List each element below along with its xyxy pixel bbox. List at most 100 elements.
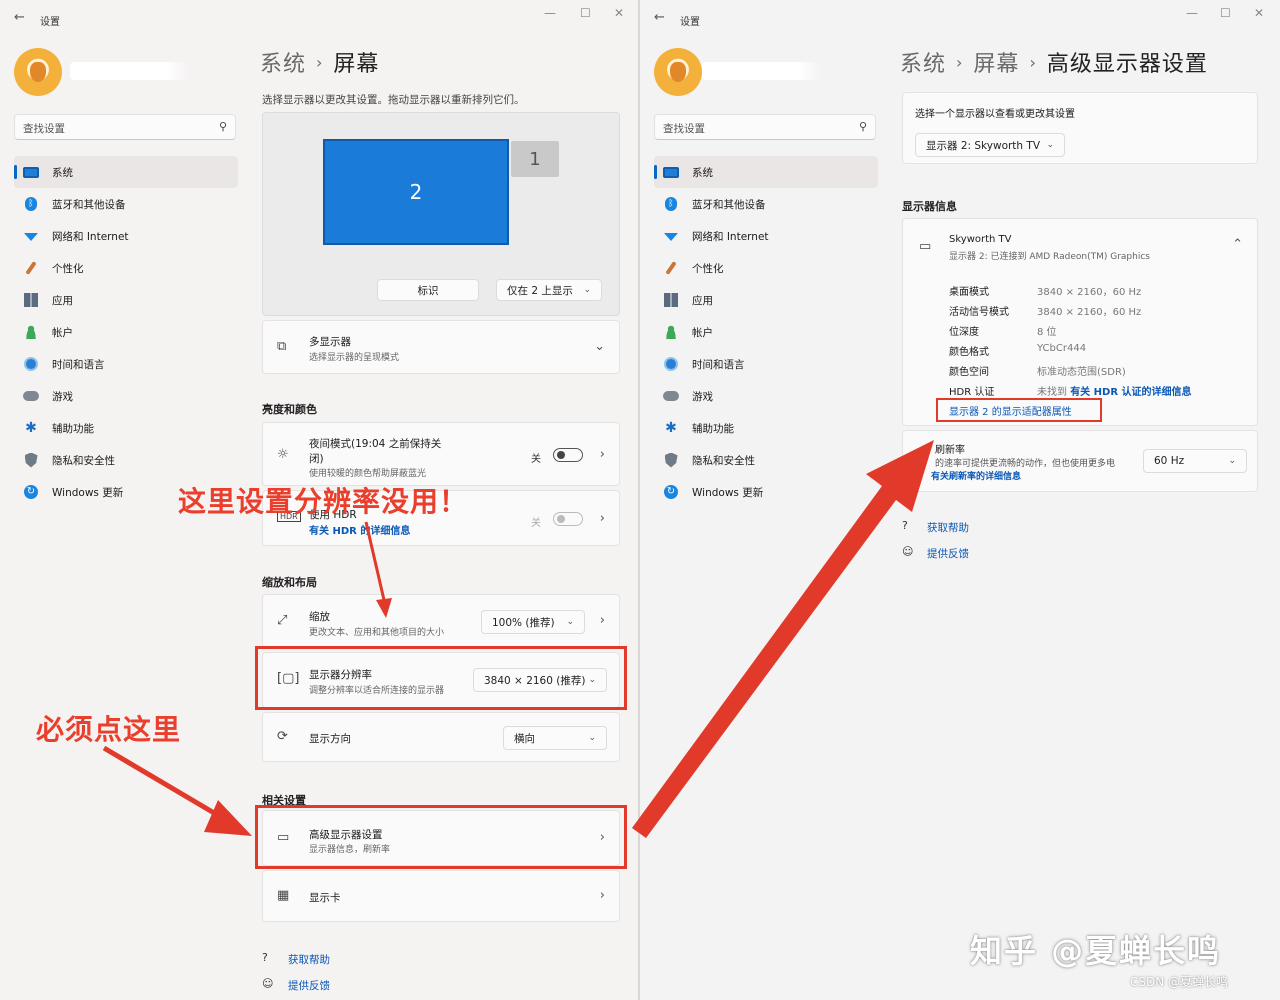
info-value: YCbCr444 (1037, 343, 1087, 354)
scale-icon: ⤢ (277, 613, 288, 628)
avatar[interactable] (654, 48, 702, 96)
refresh-info-link[interactable]: 有关刷新率的详细信息 (931, 469, 1021, 482)
info-key: HDR 认证 (949, 387, 995, 398)
night-light-card[interactable]: ☼ 夜间模式(19:04 之前保持关 闭) 使用较暖的颜色帮助屏蔽蓝光 关 › (262, 422, 620, 486)
sidebar-item-system[interactable]: 系统 (654, 156, 878, 188)
window-title: 设置 (680, 17, 700, 28)
arrange-hint: 选择显示器以更改其设置。拖动显示器以重新排列它们。 (262, 94, 525, 106)
sidebar-item-gaming[interactable]: 游戏 (14, 380, 238, 412)
hdr-info-link[interactable]: 有关 HDR 的详细信息 (309, 522, 410, 537)
sidebar-item-personalization[interactable]: 个性化 (14, 252, 238, 284)
toggle-state-label: 关 (531, 454, 541, 465)
scale-dropdown[interactable]: 100% (推荐) ⌄ (481, 610, 585, 634)
nav-label: Windows 更新 (52, 486, 124, 499)
select-display-label: 选择一个显示器以查看或更改其设置 (915, 109, 1075, 120)
orientation-dropdown[interactable]: 横向 ⌄ (503, 726, 607, 750)
identify-button[interactable]: 标识 (377, 279, 479, 301)
sidebar-item-apps[interactable]: 应用 (654, 284, 878, 316)
section-brightness-heading: 亮度和颜色 (262, 403, 317, 416)
apps-icon (664, 293, 678, 307)
graphics-card[interactable]: ▦ 显示卡 › (262, 870, 620, 922)
sidebar-item-personalization[interactable]: 个性化 (654, 252, 878, 284)
sidebar-item-system[interactable]: 系统 (14, 156, 238, 188)
refresh-rate-dropdown[interactable]: 60 Hz ⌄ (1143, 449, 1247, 473)
sidebar-item-bluetooth[interactable]: ᛒ 蓝牙和其他设备 (14, 188, 238, 220)
sidebar-item-accessibility[interactable]: ✱ 辅助功能 (14, 412, 238, 444)
toggle-state-label: 关 (531, 518, 541, 529)
minimize-icon[interactable]: — (544, 6, 556, 20)
settings-window-right: ← 设置 — ☐ ✕ 查找设置 ⚲ 系统 ᛒ 蓝牙和其他设备 网络和 Intern… (640, 0, 1280, 1000)
hdr-toggle[interactable] (553, 512, 583, 526)
back-arrow-icon[interactable]: ← (14, 10, 25, 25)
feedback-link[interactable]: 提供反馈 (288, 978, 330, 993)
chevron-down-icon[interactable]: ⌄ (594, 339, 605, 354)
nav-label: 时间和语言 (692, 358, 745, 371)
maximize-icon[interactable]: ☐ (1220, 6, 1231, 20)
sidebar-item-network[interactable]: 网络和 Internet (14, 220, 238, 252)
nav-label: 游戏 (692, 390, 713, 403)
sidebar-item-time-language[interactable]: 时间和语言 (654, 348, 878, 380)
feedback-link[interactable]: 提供反馈 (927, 546, 969, 561)
nav-label: 系统 (52, 166, 73, 179)
sidebar-item-time-language[interactable]: 时间和语言 (14, 348, 238, 380)
sidebar-item-windows-update[interactable]: ↻ Windows 更新 (654, 476, 878, 508)
breadcrumb-display: 屏幕 (333, 52, 380, 77)
chevron-right-icon[interactable]: › (600, 613, 605, 628)
sidebar-item-bluetooth[interactable]: ᛒ 蓝牙和其他设备 (654, 188, 878, 220)
display-select-dropdown[interactable]: 显示器 2: Skyworth TV ⌄ (915, 133, 1065, 157)
get-help-link[interactable]: 获取帮助 (927, 520, 969, 535)
info-key: 颜色格式 (949, 347, 989, 358)
feedback-icon: ☺ (262, 977, 274, 990)
maximize-icon[interactable]: ☐ (580, 6, 591, 20)
resolution-highlight-box (255, 646, 627, 710)
minimize-icon[interactable]: — (1186, 6, 1198, 20)
chevron-down-icon: ⌄ (566, 617, 574, 627)
info-value: 8 位 (1037, 327, 1057, 338)
sidebar-item-apps[interactable]: 应用 (14, 284, 238, 316)
sidebar-item-privacy[interactable]: 隐私和安全性 (14, 444, 238, 476)
scale-card[interactable]: ⤢ 缩放 更改文本、应用和其他项目的大小 100% (推荐) ⌄ › (262, 594, 620, 648)
avatar[interactable] (14, 48, 62, 96)
monitor-icon (663, 166, 679, 178)
breadcrumb-system[interactable]: 系统 (260, 52, 306, 77)
close-icon[interactable]: ✕ (1254, 6, 1264, 20)
chevron-right-icon[interactable]: › (600, 447, 605, 462)
info-value: 标准动态范围(SDR) (1037, 367, 1126, 378)
sidebar-item-network[interactable]: 网络和 Internet (654, 220, 878, 252)
multi-display-card[interactable]: ⧉ 多显示器 选择显示器的呈现模式 ⌄ (262, 320, 620, 374)
shield-icon (664, 452, 678, 468)
orientation-card[interactable]: ⟳ 显示方向 横向 ⌄ (262, 712, 620, 762)
breadcrumb-system[interactable]: 系统 (900, 52, 946, 77)
sidebar-item-accounts[interactable]: 帐户 (14, 316, 238, 348)
get-help-link[interactable]: 获取帮助 (288, 952, 330, 967)
hdr-cert-link[interactable]: 有关 HDR 认证的详细信息 (1070, 387, 1191, 398)
night-light-toggle[interactable] (553, 448, 583, 462)
titlebar: ← 设置 — ☐ ✕ (0, 0, 638, 36)
nav-label: Windows 更新 (692, 486, 764, 499)
refresh-title: 刷新率 (935, 445, 965, 456)
chevron-right-icon[interactable]: › (600, 888, 605, 903)
info-key: 桌面模式 (949, 287, 989, 298)
nav-label: 游戏 (52, 390, 73, 403)
monitor-2[interactable]: 2 (323, 139, 509, 245)
chevron-right-icon[interactable]: › (600, 511, 605, 526)
card-title: 显示卡 (309, 892, 341, 904)
nav-label: 帐户 (52, 326, 73, 339)
breadcrumb-display[interactable]: 屏幕 (973, 52, 1019, 77)
monitor-1[interactable]: 1 (511, 141, 559, 177)
chevron-up-icon[interactable]: ⌃ (1232, 237, 1243, 252)
sidebar-item-accessibility[interactable]: ✱ 辅助功能 (654, 412, 878, 444)
close-icon[interactable]: ✕ (614, 6, 624, 20)
info-value: 3840 × 2160，60 Hz (1037, 287, 1142, 298)
back-arrow-icon[interactable]: ← (654, 10, 665, 25)
info-value: 未找到 有关 HDR 认证的详细信息 (1037, 383, 1192, 398)
search-input[interactable]: 查找设置 ⚲ (14, 114, 236, 140)
sidebar-item-privacy[interactable]: 隐私和安全性 (654, 444, 878, 476)
display-mode-dropdown[interactable]: 仅在 2 上显示 ⌄ (496, 279, 602, 301)
sidebar-item-accounts[interactable]: 帐户 (654, 316, 878, 348)
info-value: 3840 × 2160，60 Hz (1037, 307, 1142, 318)
sidebar-item-gaming[interactable]: 游戏 (654, 380, 878, 412)
nav-label: 隐私和安全性 (52, 454, 115, 467)
gamepad-icon (23, 391, 39, 401)
search-input[interactable]: 查找设置 ⚲ (654, 114, 876, 140)
